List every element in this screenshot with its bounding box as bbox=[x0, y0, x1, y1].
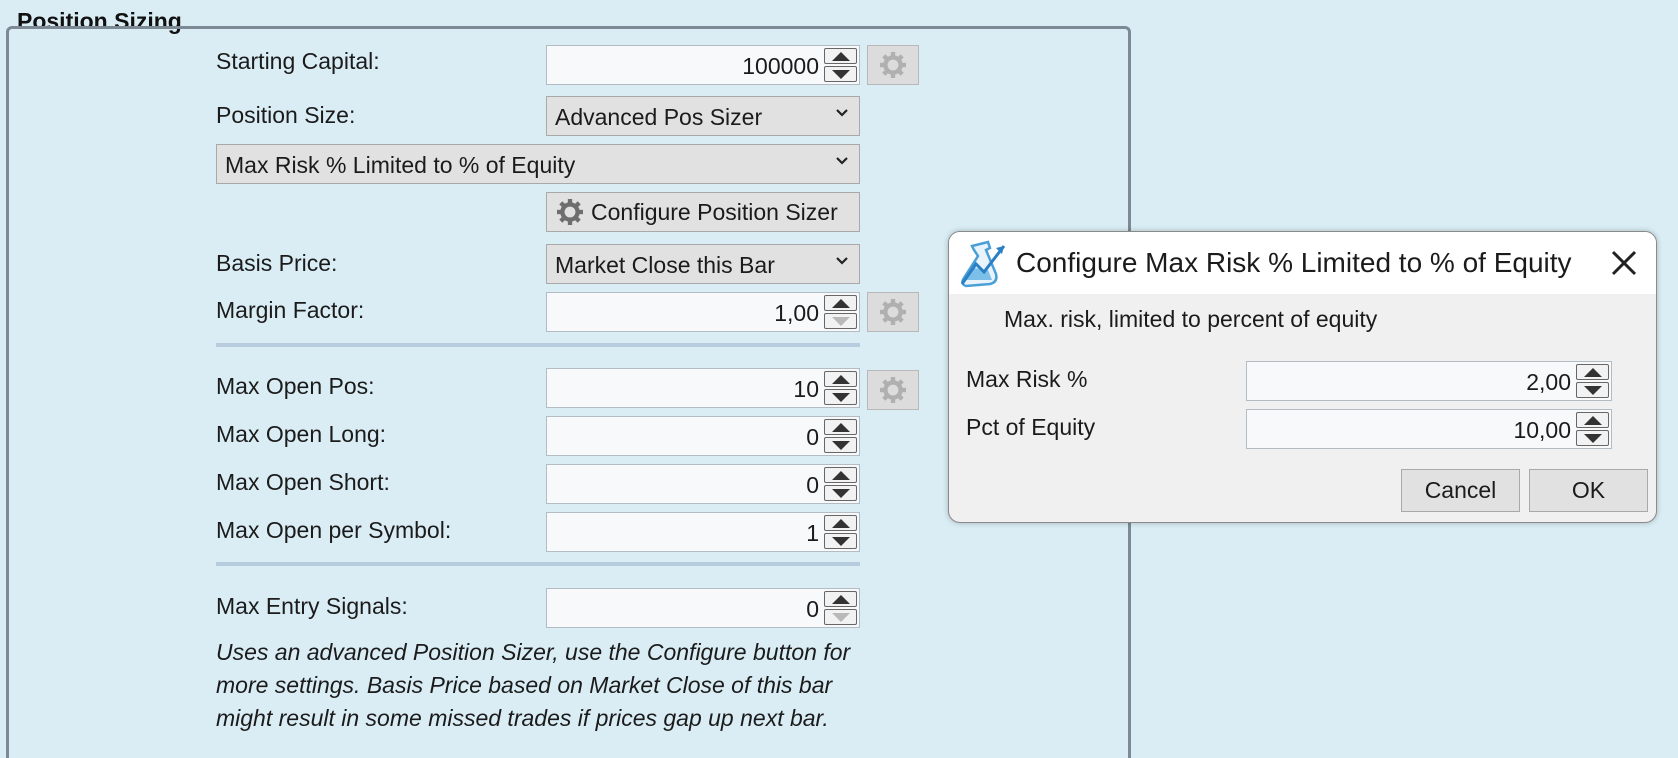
max-risk-value: 2,00 bbox=[1526, 369, 1571, 395]
chevron-down-icon bbox=[835, 256, 849, 265]
max-entry-signals-input[interactable]: 0 bbox=[546, 588, 860, 628]
margin-factor-value: 1,00 bbox=[774, 300, 819, 326]
spin-down-icon[interactable] bbox=[1576, 430, 1609, 446]
basis-price-selected: Market Close this Bar bbox=[555, 252, 775, 278]
spin-down-icon[interactable] bbox=[824, 66, 857, 82]
gear-icon bbox=[880, 52, 906, 78]
max-open-long-label: Max Open Long: bbox=[216, 421, 387, 447]
starting-capital-settings-button[interactable] bbox=[867, 45, 919, 85]
starting-capital-input[interactable]: 100000 bbox=[546, 45, 860, 85]
max-open-pos-settings-button[interactable] bbox=[867, 370, 919, 410]
flask-icon bbox=[960, 240, 1006, 288]
spin-up-icon[interactable] bbox=[824, 591, 857, 607]
chevron-down-icon bbox=[835, 108, 849, 117]
starting-capital-value: 100000 bbox=[742, 53, 819, 79]
spin-down-icon[interactable] bbox=[824, 533, 857, 549]
max-open-per-symbol-value: 1 bbox=[806, 520, 819, 546]
gear-icon bbox=[557, 199, 583, 225]
spin-down-icon[interactable] bbox=[824, 437, 857, 453]
spin-up-icon[interactable] bbox=[824, 371, 857, 387]
gear-icon bbox=[880, 377, 906, 403]
close-icon bbox=[1611, 250, 1637, 276]
position-sizer-selected: Max Risk % Limited to % of Equity bbox=[225, 152, 576, 178]
max-open-per-symbol-label: Max Open per Symbol: bbox=[216, 517, 452, 543]
max-open-pos-value: 10 bbox=[793, 376, 819, 402]
spin-up-icon[interactable] bbox=[1576, 412, 1609, 428]
max-open-pos-label: Max Open Pos: bbox=[216, 373, 375, 399]
max-open-long-value: 0 bbox=[806, 424, 819, 450]
max-risk-input[interactable]: 2,00 bbox=[1246, 361, 1612, 401]
spin-down-icon[interactable] bbox=[824, 485, 857, 501]
dialog-description: Max. risk, limited to percent of equity bbox=[1004, 306, 1378, 332]
max-risk-label: Max Risk % bbox=[966, 366, 1088, 392]
position-sizer-combo[interactable]: Max Risk % Limited to % of Equity bbox=[216, 144, 860, 184]
position-size-combo[interactable]: Advanced Pos Sizer bbox=[546, 96, 860, 136]
separator bbox=[216, 562, 860, 566]
margin-factor-label: Margin Factor: bbox=[216, 297, 365, 323]
max-entry-signals-label: Max Entry Signals: bbox=[216, 593, 408, 619]
spin-up-icon[interactable] bbox=[824, 48, 857, 64]
dialog-close-button[interactable] bbox=[1606, 245, 1642, 281]
margin-factor-input[interactable]: 1,00 bbox=[546, 292, 860, 332]
max-open-short-value: 0 bbox=[806, 472, 819, 498]
max-open-short-label: Max Open Short: bbox=[216, 469, 390, 495]
position-size-selected: Advanced Pos Sizer bbox=[555, 104, 763, 130]
configure-sizer-dialog: Configure Max Risk % Limited to % of Equ… bbox=[948, 231, 1657, 523]
position-size-label: Position Size: bbox=[216, 102, 356, 128]
spin-up-icon[interactable] bbox=[824, 295, 857, 311]
configure-position-sizer-button[interactable]: Configure Position Sizer bbox=[546, 192, 860, 232]
spin-up-icon[interactable] bbox=[824, 419, 857, 435]
pct-equity-input[interactable]: 10,00 bbox=[1246, 409, 1612, 449]
basis-price-combo[interactable]: Market Close this Bar bbox=[546, 244, 860, 284]
margin-factor-settings-button[interactable] bbox=[867, 292, 919, 332]
max-open-pos-input[interactable]: 10 bbox=[546, 368, 860, 408]
starting-capital-label: Starting Capital: bbox=[216, 48, 380, 74]
basis-price-label: Basis Price: bbox=[216, 250, 338, 276]
max-open-per-symbol-input[interactable]: 1 bbox=[546, 512, 860, 552]
spin-up-icon[interactable] bbox=[824, 515, 857, 531]
dialog-title-bar: Configure Max Risk % Limited to % of Equ… bbox=[949, 232, 1656, 294]
ok-button[interactable]: OK bbox=[1529, 469, 1648, 512]
spin-down-icon[interactable] bbox=[1576, 382, 1609, 398]
spin-up-icon[interactable] bbox=[1576, 364, 1609, 380]
spin-down-icon[interactable] bbox=[824, 389, 857, 405]
sizing-note: Uses an advanced Position Sizer, use the… bbox=[216, 639, 851, 731]
configure-button-label: Configure Position Sizer bbox=[591, 198, 838, 225]
chevron-down-icon bbox=[835, 156, 849, 165]
max-open-short-input[interactable]: 0 bbox=[546, 464, 860, 504]
pct-equity-value: 10,00 bbox=[1513, 417, 1571, 443]
spin-down-icon[interactable] bbox=[824, 313, 857, 329]
gear-icon bbox=[880, 299, 906, 325]
dialog-title: Configure Max Risk % Limited to % of Equ… bbox=[1016, 247, 1572, 278]
spin-down-icon[interactable] bbox=[824, 609, 857, 625]
max-entry-signals-value: 0 bbox=[806, 596, 819, 622]
separator bbox=[216, 343, 860, 347]
cancel-button[interactable]: Cancel bbox=[1401, 469, 1520, 512]
spin-up-icon[interactable] bbox=[824, 467, 857, 483]
max-open-long-input[interactable]: 0 bbox=[546, 416, 860, 456]
pct-equity-label: Pct of Equity bbox=[966, 414, 1096, 440]
